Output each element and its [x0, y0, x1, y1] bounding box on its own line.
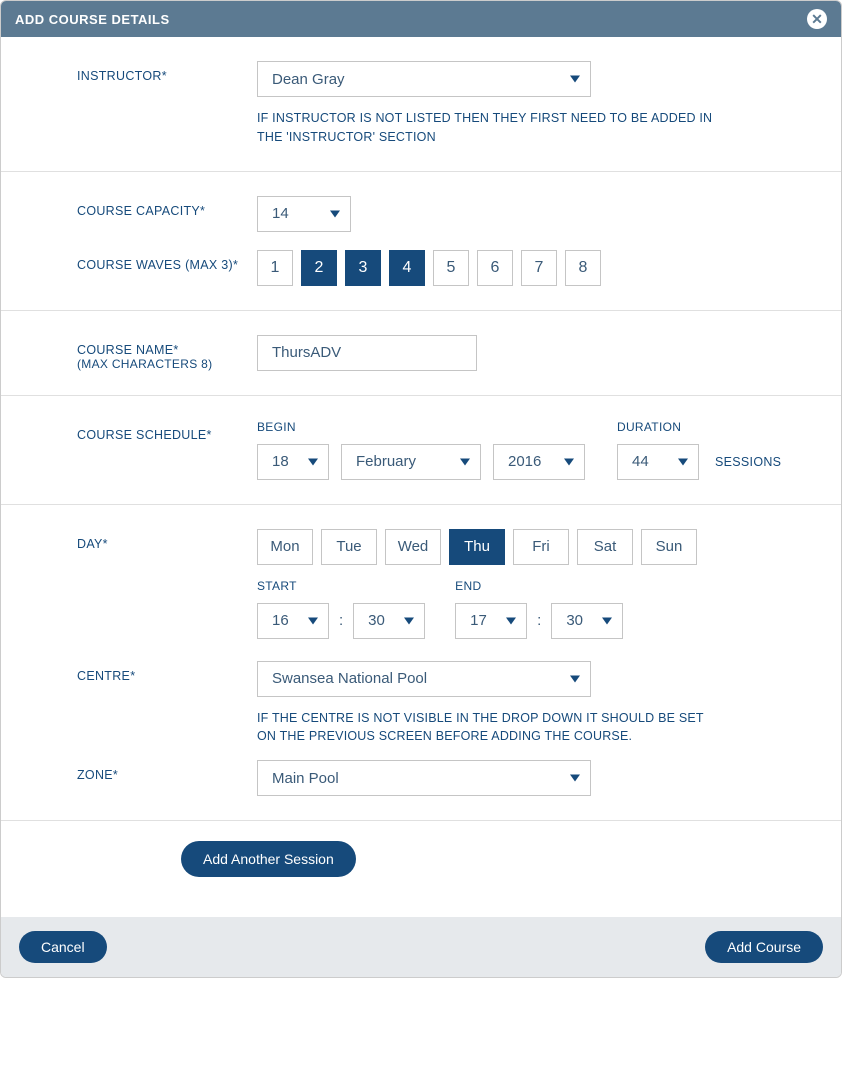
colon-separator: :	[339, 612, 343, 629]
begin-year-value: 2016	[508, 453, 541, 470]
end-min-value: 30	[566, 612, 583, 629]
begin-year-select[interactable]: 2016	[493, 444, 585, 480]
chevron-down-icon	[678, 458, 688, 465]
course-name-input[interactable]	[257, 335, 477, 371]
begin-day-value: 18	[272, 453, 289, 470]
add-session-row: Add Another Session	[1, 821, 841, 917]
wave-button-5[interactable]: 5	[433, 250, 469, 286]
modal-footer: Cancel Add Course	[1, 917, 841, 977]
start-min-value: 30	[368, 612, 385, 629]
section-day-centre-zone: DAY* MonTueWedThuFriSatSun START 16 :	[1, 505, 841, 822]
modal-title: ADD COURSE DETAILS	[15, 12, 170, 27]
waves-label: COURSE WAVES (MAX 3)*	[77, 250, 257, 272]
wave-button-3[interactable]: 3	[345, 250, 381, 286]
instructor-select[interactable]: Dean Gray	[257, 61, 591, 97]
wave-button-8[interactable]: 8	[565, 250, 601, 286]
day-label: DAY*	[77, 529, 257, 551]
capacity-select[interactable]: 14	[257, 196, 351, 232]
capacity-value: 14	[272, 205, 289, 222]
chevron-down-icon	[404, 617, 414, 624]
section-capacity-waves: COURSE CAPACITY* 14 COURSE WAVES (MAX 3)…	[1, 172, 841, 311]
zone-select[interactable]: Main Pool	[257, 760, 591, 796]
begin-month-select[interactable]: February	[341, 444, 481, 480]
chevron-down-icon	[602, 617, 612, 624]
day-button-fri[interactable]: Fri	[513, 529, 569, 565]
end-hour-value: 17	[470, 612, 487, 629]
section-schedule: COURSE SCHEDULE* BEGIN 18 February	[1, 396, 841, 505]
chevron-down-icon	[330, 210, 340, 217]
chevron-down-icon	[308, 458, 318, 465]
duration-value: 44	[632, 453, 649, 470]
start-label: START	[257, 579, 425, 593]
course-name-label-sub: (MAX CHARACTERS 8)	[77, 357, 257, 371]
waves-group: 12345678	[257, 250, 801, 286]
day-button-thu[interactable]: Thu	[449, 529, 505, 565]
day-button-wed[interactable]: Wed	[385, 529, 441, 565]
add-course-button[interactable]: Add Course	[705, 931, 823, 963]
course-name-label-main: COURSE NAME*	[77, 343, 179, 357]
section-instructor: INSTRUCTOR* Dean Gray IF INSTRUCTOR IS N…	[1, 37, 841, 172]
centre-label: CENTRE*	[77, 661, 257, 683]
centre-helper: IF THE CENTRE IS NOT VISIBLE IN THE DROP…	[257, 709, 717, 747]
chevron-down-icon	[506, 617, 516, 624]
end-min-select[interactable]: 30	[551, 603, 623, 639]
zone-label: ZONE*	[77, 760, 257, 782]
duration-select[interactable]: 44	[617, 444, 699, 480]
chevron-down-icon	[564, 458, 574, 465]
zone-value: Main Pool	[272, 770, 339, 787]
course-name-label: COURSE NAME* (MAX CHARACTERS 8)	[77, 335, 257, 371]
colon-separator: :	[537, 612, 541, 629]
close-icon[interactable]: ✕	[807, 9, 827, 29]
schedule-label: COURSE SCHEDULE*	[77, 420, 257, 442]
centre-select[interactable]: Swansea National Pool	[257, 661, 591, 697]
wave-button-4[interactable]: 4	[389, 250, 425, 286]
duration-label: DURATION	[617, 420, 699, 434]
end-hour-select[interactable]: 17	[455, 603, 527, 639]
chevron-down-icon	[570, 775, 580, 782]
begin-month-value: February	[356, 453, 416, 470]
day-button-sat[interactable]: Sat	[577, 529, 633, 565]
add-course-modal: ADD COURSE DETAILS ✕ INSTRUCTOR* Dean Gr…	[0, 0, 842, 978]
capacity-label: COURSE CAPACITY*	[77, 196, 257, 218]
chevron-down-icon	[308, 617, 318, 624]
section-course-name: COURSE NAME* (MAX CHARACTERS 8)	[1, 311, 841, 396]
instructor-value: Dean Gray	[272, 71, 345, 88]
cancel-button[interactable]: Cancel	[19, 931, 107, 963]
start-hour-select[interactable]: 16	[257, 603, 329, 639]
wave-button-2[interactable]: 2	[301, 250, 337, 286]
wave-button-1[interactable]: 1	[257, 250, 293, 286]
add-another-session-button[interactable]: Add Another Session	[181, 841, 356, 877]
modal-header: ADD COURSE DETAILS ✕	[1, 1, 841, 37]
instructor-helper: IF INSTRUCTOR IS NOT LISTED THEN THEY FI…	[257, 109, 717, 147]
start-hour-value: 16	[272, 612, 289, 629]
day-button-sun[interactable]: Sun	[641, 529, 697, 565]
begin-day-select[interactable]: 18	[257, 444, 329, 480]
chevron-down-icon	[570, 76, 580, 83]
chevron-down-icon	[570, 675, 580, 682]
begin-label: BEGIN	[257, 420, 329, 434]
centre-value: Swansea National Pool	[272, 670, 427, 687]
sessions-label: SESSIONS	[715, 455, 781, 469]
wave-button-7[interactable]: 7	[521, 250, 557, 286]
start-min-select[interactable]: 30	[353, 603, 425, 639]
day-button-mon[interactable]: Mon	[257, 529, 313, 565]
chevron-down-icon	[460, 458, 470, 465]
end-label: END	[455, 579, 623, 593]
day-group: MonTueWedThuFriSatSun	[257, 529, 801, 565]
instructor-label: INSTRUCTOR*	[77, 61, 257, 83]
wave-button-6[interactable]: 6	[477, 250, 513, 286]
day-button-tue[interactable]: Tue	[321, 529, 377, 565]
